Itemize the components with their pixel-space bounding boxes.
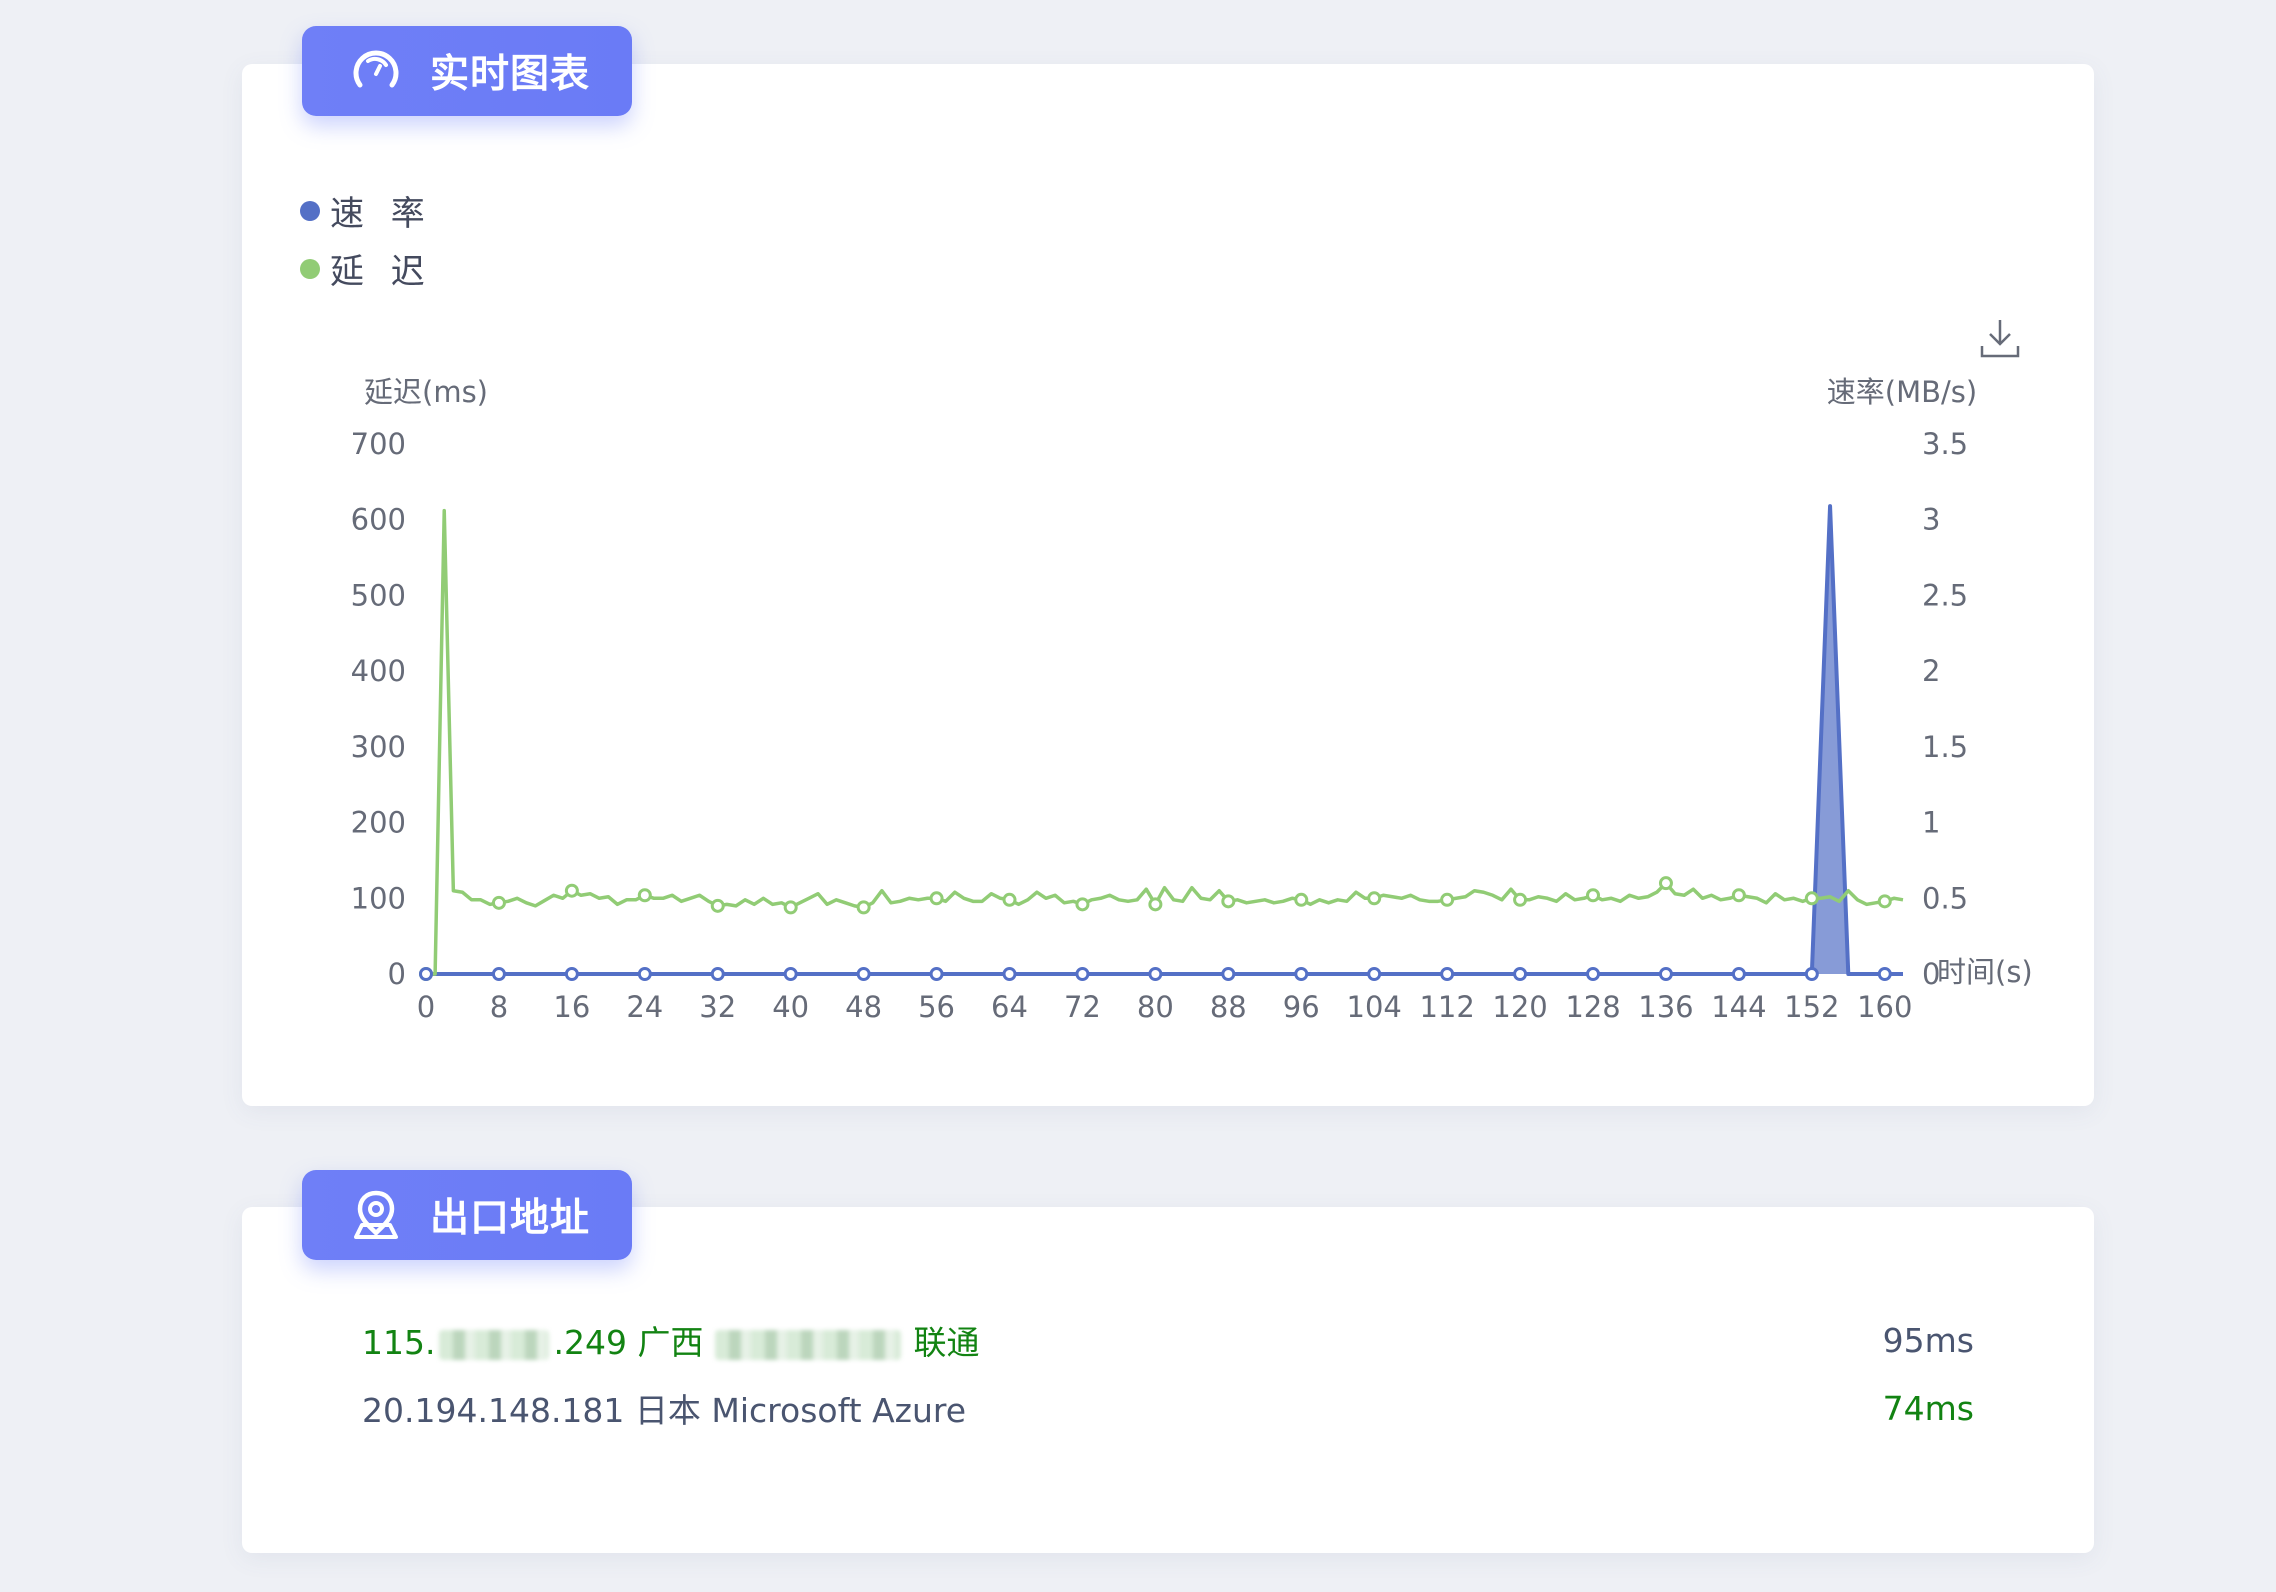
- legend-latency-label: 延 迟: [330, 252, 433, 292]
- legend-speed-dot: [300, 200, 320, 221]
- realtime-chart-title: 实时图表: [430, 52, 591, 97]
- location-pin-icon: [354, 1190, 398, 1239]
- redacted-location-segment: [715, 1329, 902, 1360]
- exit-address-header: 出口地址: [302, 1170, 632, 1260]
- exit-address-title: 出口地址: [430, 1196, 591, 1241]
- download-icon[interactable]: [1978, 316, 2022, 360]
- legend-item-latency[interactable]: 延 迟: [300, 244, 433, 293]
- exit-address-text: 20.194.148.181 日本 Microsoft Azure: [362, 1391, 967, 1430]
- exit-address-suffix: .249 广西: [553, 1323, 704, 1362]
- exit-latency: 74ms: [1882, 1388, 1974, 1428]
- exit-address-row: 20.194.148.181 日本 Microsoft Azure 74ms: [362, 1384, 1974, 1432]
- exit-address-row: 115. .249 广西 联通 95ms: [362, 1316, 1974, 1364]
- realtime-chart-card: [242, 64, 2094, 1106]
- speedometer-icon: [353, 50, 399, 88]
- exit-latency: 95ms: [1882, 1320, 1974, 1360]
- legend-speed-label: 速 率: [330, 194, 433, 234]
- realtime-chart-header: 实时图表: [302, 26, 632, 116]
- redacted-ip-segment: [439, 1329, 550, 1360]
- legend-item-speed[interactable]: 速 率: [300, 186, 433, 235]
- exit-address-isp: 联通: [913, 1323, 980, 1362]
- legend-latency-dot: [300, 258, 320, 279]
- exit-address-text: 115. .249 广西 联通: [362, 1316, 979, 1364]
- exit-address-prefix: 115.: [362, 1323, 436, 1362]
